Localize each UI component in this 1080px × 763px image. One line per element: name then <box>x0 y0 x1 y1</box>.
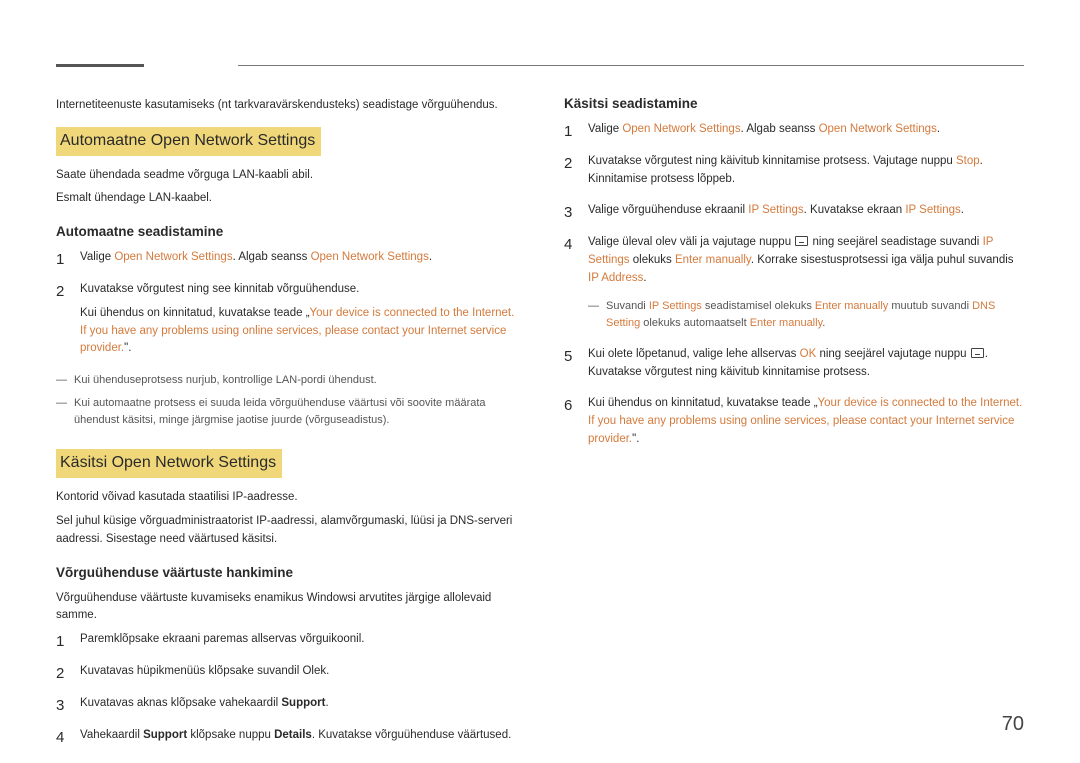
auto-step-1: Valige Open Network Settings. Algab sean… <box>56 249 516 267</box>
values-steps-list: Paremklõpsake ekraani paremas allservas … <box>56 631 516 744</box>
values-step-1: Paremklõpsake ekraani paremas allservas … <box>56 631 516 649</box>
keyword-ok: OK <box>800 348 817 360</box>
heading-get-values: Võrguühenduse väärtuste hankimine <box>56 563 516 584</box>
auto-steps-list: Valige Open Network Settings. Algab sean… <box>56 249 516 358</box>
manual-step-1: Valige Open Network Settings. Algab sean… <box>564 121 1024 139</box>
values-step-4: Vahekaardil Support klõpsake nuppu Detai… <box>56 727 516 745</box>
header-rule-thick <box>56 64 144 67</box>
keyword-stop: Stop <box>956 155 980 167</box>
auto-note-1: Kui ühenduseprotsess nurjub, kontrollige… <box>56 372 516 389</box>
page: Internetiteenuste kasutamiseks (nt tarkv… <box>0 0 1080 758</box>
intro-text: Internetiteenuste kasutamiseks (nt tarkv… <box>56 97 516 115</box>
right-column: Käsitsi seadistamine Valige Open Network… <box>564 94 1024 758</box>
manual-step-5: Kui olete lõpetanud, valige lehe allserv… <box>564 346 1024 382</box>
manual-step-4: Valige üleval olev väli ja vajutage nupp… <box>564 234 1024 332</box>
heading-auto-open-network: Automaatne Open Network Settings <box>56 127 321 156</box>
auto-note-2: Kui automaatne protsess ei suuda leida v… <box>56 395 516 429</box>
enter-icon <box>971 348 984 358</box>
header-rule-thin <box>238 65 1024 66</box>
keyword-open-network-settings: Open Network Settings <box>114 251 232 263</box>
manual-step-6: Kui ühendus on kinnitatud, kuvatakse tea… <box>564 395 1024 448</box>
keyword-enter-manually: Enter manually <box>815 300 888 312</box>
keyword-open-network-settings: Open Network Settings <box>311 251 429 263</box>
keyword-open-network-settings: Open Network Settings <box>819 123 937 135</box>
keyword-open-network-settings: Open Network Settings <box>622 123 740 135</box>
enter-icon <box>795 236 808 246</box>
bold-support: Support <box>281 697 325 709</box>
keyword-ip-address: IP Address <box>588 272 643 284</box>
keyword-ip-settings: IP Settings <box>649 300 702 312</box>
heading-manual-setup: Käsitsi seadistamine <box>564 94 1024 115</box>
auto-paragraph-2: Esmalt ühendage LAN-kaabel. <box>56 190 516 208</box>
auto-paragraph-1: Saate ühendada seadme võrguga LAN-kaabli… <box>56 167 516 185</box>
auto-step-2: Kuvatakse võrgutest ning see kinnitab võ… <box>56 281 516 358</box>
heading-manual-open-network: Käsitsi Open Network Settings <box>56 449 282 478</box>
left-column: Internetiteenuste kasutamiseks (nt tarkv… <box>56 94 516 758</box>
heading-auto-setup: Automaatne seadistamine <box>56 222 516 243</box>
values-step-2: Kuvatavas hüpikmenüüs klõpsake suvandil … <box>56 663 516 681</box>
manual-paragraph-2: Sel juhul küsige võrguadministraatorist … <box>56 513 516 549</box>
bold-support: Support <box>143 729 187 741</box>
content-columns: Internetiteenuste kasutamiseks (nt tarkv… <box>56 94 1024 758</box>
manual-step-2: Kuvatakse võrgutest ning käivitub kinnit… <box>564 153 1024 189</box>
keyword-enter-manually: Enter manually <box>675 254 751 266</box>
manual-step-3: Valige võrguühenduse ekraanil IP Setting… <box>564 202 1024 220</box>
keyword-ip-settings: IP Settings <box>748 204 803 216</box>
values-intro: Võrguühenduse väärtuste kuvamiseks enami… <box>56 590 516 626</box>
manual-step-4-note: Suvandi IP Settings seadistamisel olekuk… <box>588 298 1024 332</box>
keyword-enter-manually: Enter manually <box>750 317 823 329</box>
values-step-3: Kuvatavas aknas klõpsake vahekaardil Sup… <box>56 695 516 713</box>
manual-paragraph-1: Kontorid võivad kasutada staatilisi IP-a… <box>56 489 516 507</box>
page-number: 70 <box>1002 713 1024 736</box>
keyword-ip-settings: IP Settings <box>905 204 960 216</box>
manual-steps-list: Valige Open Network Settings. Algab sean… <box>564 121 1024 449</box>
bold-details: Details <box>274 729 312 741</box>
